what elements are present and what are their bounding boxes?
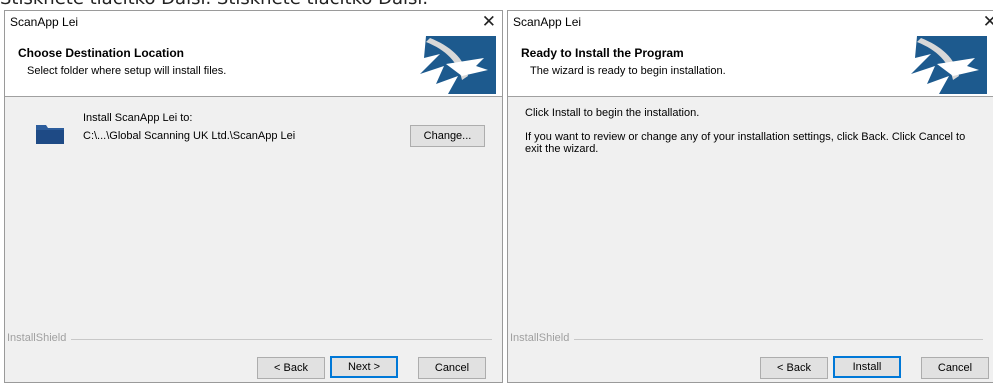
window-title: ScanApp Lei [513, 15, 582, 29]
install-to-label: Install ScanApp Lei to: [83, 112, 193, 124]
folder-icon [36, 125, 64, 144]
install-path: C:\...\Global Scanning UK Ltd.\ScanApp L… [83, 130, 296, 142]
close-icon[interactable]: ✕ [983, 11, 993, 33]
back-button[interactable]: < Back [257, 357, 325, 379]
window-title: ScanApp Lei [10, 15, 79, 29]
title-bar: ScanApp Lei ✕ [508, 11, 993, 33]
installshield-logo-icon [420, 36, 496, 94]
header-subtitle: Select folder where setup will install f… [27, 65, 227, 77]
instruction-line-1: Click Install to begin the installation. [525, 107, 700, 119]
wizard-header: Choose Destination Location Select folde… [5, 33, 502, 97]
installshield-logo-icon [911, 36, 987, 94]
title-bar: ScanApp Lei ✕ [5, 11, 502, 33]
installshield-brand: InstallShield [510, 332, 570, 344]
setup-window-ready: ScanApp Lei ✕ Ready to Install the Progr… [507, 10, 993, 383]
footer-divider [574, 339, 983, 340]
instruction-line-2: If you want to review or change any of y… [525, 131, 966, 155]
installshield-brand: InstallShield [7, 332, 67, 344]
wizard-header: Ready to Install the Program The wizard … [508, 33, 993, 97]
footer-divider [71, 339, 492, 340]
cancel-button[interactable]: Cancel [418, 357, 486, 379]
header-title: Ready to Install the Program [521, 46, 684, 60]
header-title: Choose Destination Location [18, 46, 185, 60]
next-button[interactable]: Next > [330, 356, 398, 378]
install-button[interactable]: Install [833, 356, 901, 378]
change-button[interactable]: Change... [410, 125, 485, 147]
setup-window-destination: ScanApp Lei ✕ Choose Destination Locatio… [4, 10, 503, 383]
back-button[interactable]: < Back [760, 357, 828, 379]
instruction-caption: Stisknete tlacitko Dalsi. Stisknete tlac… [0, 0, 993, 10]
header-subtitle: The wizard is ready to begin installatio… [530, 65, 726, 77]
close-icon[interactable]: ✕ [482, 11, 496, 33]
cancel-button[interactable]: Cancel [921, 357, 989, 379]
